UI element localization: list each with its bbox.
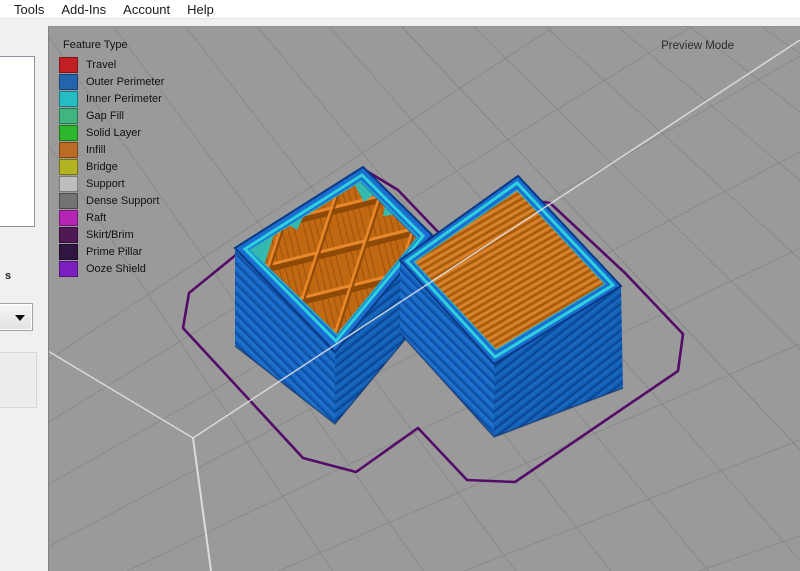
sidebar-label-fragment: s bbox=[5, 270, 11, 282]
model-right-cube[interactable] bbox=[400, 176, 623, 437]
menu-item-help[interactable]: Help bbox=[187, 0, 214, 19]
legend-row-bridge: Bridge bbox=[59, 158, 164, 175]
legend-label: Solid Layer bbox=[86, 127, 141, 139]
legend-swatch bbox=[59, 142, 78, 158]
legend-label: Bridge bbox=[86, 161, 118, 173]
legend-label: Dense Support bbox=[86, 195, 159, 207]
legend-swatch bbox=[59, 74, 78, 90]
legend-row-infill: Infill bbox=[59, 141, 164, 158]
legend-label: Gap Fill bbox=[86, 110, 124, 122]
legend-label: Raft bbox=[86, 212, 106, 224]
legend-swatch bbox=[59, 210, 78, 226]
legend-swatch bbox=[59, 159, 78, 175]
legend-row-skirt-brim: Skirt/Brim bbox=[59, 226, 164, 243]
legend-swatch bbox=[59, 193, 78, 209]
legend-label: Infill bbox=[86, 144, 106, 156]
legend-title: Feature Type bbox=[63, 39, 164, 51]
sidebar-listbox[interactable] bbox=[0, 56, 35, 227]
preview-3d-viewport[interactable]: Feature Type Travel Outer Perimeter Inner … bbox=[48, 26, 800, 571]
legend-swatch bbox=[59, 108, 78, 124]
sidebar-panel bbox=[0, 352, 37, 408]
legend-swatch bbox=[59, 125, 78, 141]
legend-label: Travel bbox=[86, 59, 116, 71]
menu-item-addins[interactable]: Add-Ins bbox=[61, 0, 106, 19]
sidebar-dropdown[interactable] bbox=[0, 303, 33, 331]
legend-swatch bbox=[59, 244, 78, 260]
legend-label: Outer Perimeter bbox=[86, 76, 164, 88]
preview-mode-label: Preview Mode bbox=[661, 40, 734, 52]
legend-label: Support bbox=[86, 178, 125, 190]
menu-bar: Tools Add-Ins Account Help bbox=[0, 0, 800, 19]
legend-swatch bbox=[59, 57, 78, 73]
legend-row-support: Support bbox=[59, 175, 164, 192]
legend-row-gap-fill: Gap Fill bbox=[59, 107, 164, 124]
menu-item-account[interactable]: Account bbox=[123, 0, 170, 19]
legend-label: Prime Pillar bbox=[86, 246, 142, 258]
legend-row-ooze-shield: Ooze Shield bbox=[59, 260, 164, 277]
chevron-down-icon bbox=[15, 315, 25, 321]
legend-row-outer-perimeter: Outer Perimeter bbox=[59, 73, 164, 90]
legend-row-inner-perimeter: Inner Perimeter bbox=[59, 90, 164, 107]
legend-swatch bbox=[59, 227, 78, 243]
legend-row-raft: Raft bbox=[59, 209, 164, 226]
legend-swatch bbox=[59, 91, 78, 107]
feature-type-legend: Feature Type Travel Outer Perimeter Inner … bbox=[59, 39, 164, 277]
legend-label: Skirt/Brim bbox=[86, 229, 134, 241]
legend-swatch bbox=[59, 176, 78, 192]
legend-row-prime-pillar: Prime Pillar bbox=[59, 243, 164, 260]
legend-swatch bbox=[59, 261, 78, 277]
legend-row-dense-support: Dense Support bbox=[59, 192, 164, 209]
legend-label: Ooze Shield bbox=[86, 263, 146, 275]
legend-label: Inner Perimeter bbox=[86, 93, 162, 105]
legend-row-solid-layer: Solid Layer bbox=[59, 124, 164, 141]
bed-axes bbox=[49, 351, 211, 571]
menu-item-tools[interactable]: Tools bbox=[14, 0, 44, 19]
left-sidebar-clipped: s bbox=[0, 19, 48, 571]
legend-row-travel: Travel bbox=[59, 56, 164, 73]
